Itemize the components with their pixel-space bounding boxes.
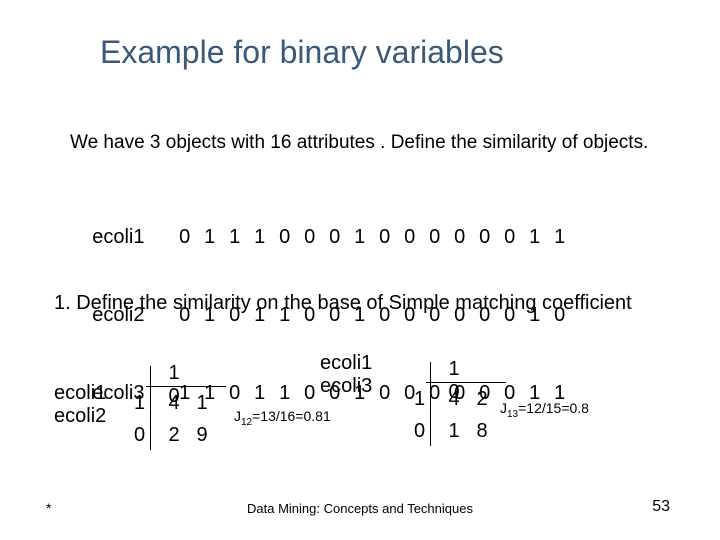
intro-text: We have 3 objects with 16 attributes . D…: [70, 130, 650, 156]
step-text: 1. Define the similarity on the base of …: [54, 290, 674, 317]
row-label: ecoli1: [92, 224, 172, 250]
ct2-row-1-label: 1: [414, 388, 425, 411]
ct2-hline: [426, 382, 506, 383]
ct2-cell-00: 8: [468, 420, 496, 443]
ct2-row-0-label: 0: [414, 420, 425, 443]
ct1-cell-01: 2: [160, 424, 188, 447]
slide-title: Example for binary variables: [100, 34, 504, 71]
ct2-vline: [430, 362, 431, 446]
ct2-jvalue: J13=12/15=0.8: [500, 400, 589, 420]
ct1-pair-a: ecoli1: [54, 382, 106, 405]
ct1-pair-labels: ecoli1 ecoli2: [54, 382, 106, 428]
ct1-row-0-label: 0: [134, 424, 145, 447]
ct2-cell-10: 2: [468, 388, 496, 411]
ct1-row-1-label: 1: [134, 392, 145, 415]
ct1-cell-10: 1: [188, 392, 216, 415]
ct2-cell-01: 1: [440, 420, 468, 443]
ct1-jvalue: J12=13/16=0.81: [234, 408, 331, 428]
ct2-pair-labels: ecoli1 ecoli3: [320, 352, 372, 398]
footer-center: Data Mining: Concepts and Techniques: [0, 501, 720, 516]
ct2-cell-11: 4: [440, 388, 468, 411]
footer-page-number: 53: [652, 498, 670, 516]
ct1-cell-11: 4: [160, 392, 188, 415]
ct2-pair-b: ecoli3: [320, 375, 372, 398]
ct1-pair-b: ecoli2: [54, 405, 106, 428]
data-row-1: ecoli10111000100000011: [70, 198, 572, 276]
ct1-hline: [146, 386, 226, 387]
ct2-pair-a: ecoli1: [320, 352, 372, 375]
ct1-vline: [150, 366, 151, 450]
ct1-cell-00: 9: [188, 424, 216, 447]
